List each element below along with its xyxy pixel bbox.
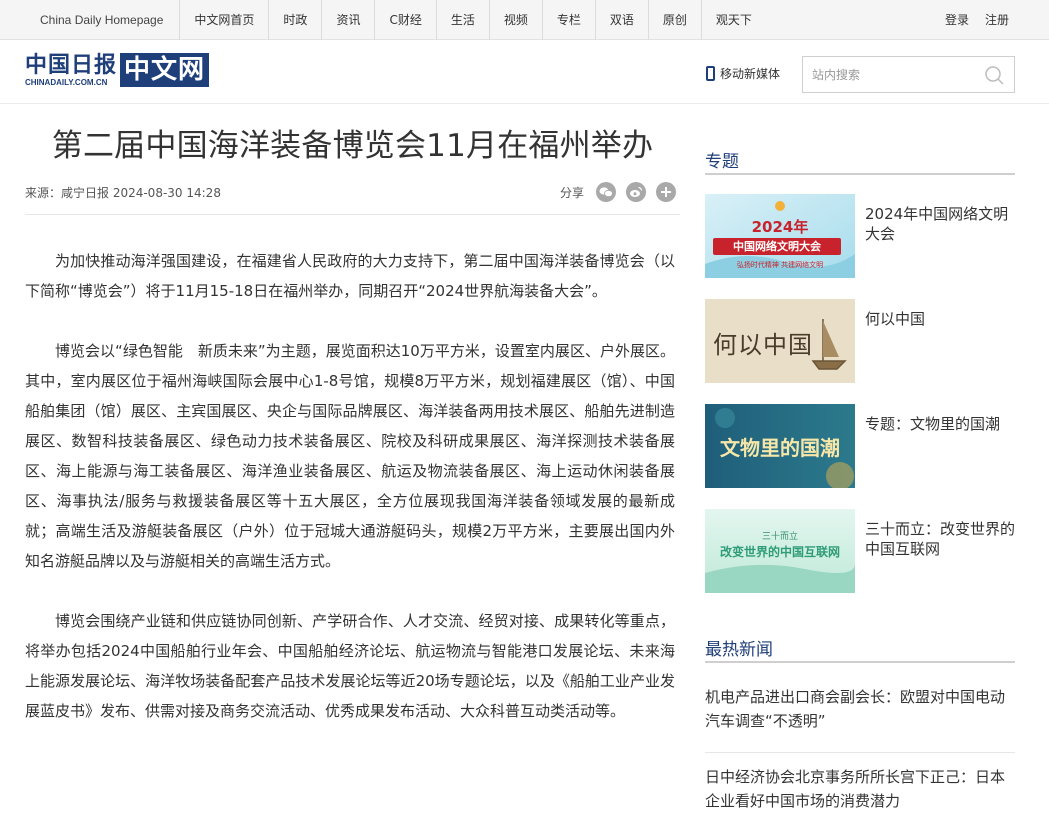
topic-thumbnail: 2024年 中国网络文明大会 弘扬时代精神 共建网络文明 — [705, 194, 855, 278]
login-link[interactable]: 登录 — [945, 0, 969, 40]
topic-item[interactable]: 文物里的国潮 专题：文物里的国潮 — [705, 404, 1015, 488]
nav-cn-homepage[interactable]: 中文网首页 — [180, 0, 270, 40]
article-paragraph: 为加快推动海洋强国建设，在福建省人民政府的大力支持下，第二届中国海洋装备博览会（… — [25, 252, 675, 300]
article-meta: 来源：咸宁日报 2024-08-30 14:28 — [25, 186, 221, 200]
search-box — [802, 56, 1015, 93]
nav-china-daily-homepage[interactable]: China Daily Homepage — [24, 0, 181, 40]
article-paragraph: 博览会以“绿色智能 新质未来”为主题，展览面积达10万平方米，设置室内展区、户外… — [25, 342, 675, 570]
topic-title[interactable]: 三十而立：改变世界的中国互联网 — [865, 519, 1015, 559]
search-input[interactable] — [812, 65, 982, 85]
logo-china-daily: 中国日报 CHINADAILY.COM.CN — [25, 53, 117, 88]
topic-thumb-text-2: 中国网络文明大会 — [713, 238, 841, 255]
more-share-icon[interactable] — [656, 182, 677, 202]
topic-thumb-text-2: 改变世界的中国互联网 — [719, 545, 840, 559]
wechat-share-icon[interactable] — [596, 182, 617, 202]
logo-cn-text: 中国日报 — [25, 52, 118, 78]
nav-bilingual[interactable]: 双语 — [596, 0, 649, 40]
topic-thumbnail: 文物里的国潮 — [705, 404, 855, 488]
article-paragraph: 博览会围绕产业链和供应链协同创新、产学研合作、人才交流、经贸对接、成果转化等重点… — [25, 612, 675, 720]
mobile-media-label: 移动新媒体 — [720, 67, 781, 81]
wechat-glyph-icon — [599, 187, 613, 198]
nav-columns[interactable]: 专栏 — [543, 0, 596, 40]
nav-video[interactable]: 视频 — [490, 0, 543, 40]
topic-title[interactable]: 何以中国 — [865, 309, 1015, 329]
mobile-media-link[interactable]: 移动新媒体 — [706, 65, 780, 82]
nav-life[interactable]: 生活 — [437, 0, 490, 40]
hot-news-section: 最热新闻 — [705, 629, 1015, 663]
weibo-share-icon[interactable] — [626, 182, 647, 202]
top-nav-bar: China Daily Homepage 中文网首页 时政 资讯 C财经 生活 … — [0, 0, 1049, 40]
topic-item[interactable]: 2024年 中国网络文明大会 弘扬时代精神 共建网络文明 2024年中国网络文明… — [705, 194, 1015, 278]
phone-icon — [706, 66, 715, 81]
special-topics-title: 专题 — [705, 152, 739, 172]
special-topics-heading: 专题 — [705, 141, 1015, 175]
search-icon[interactable] — [984, 65, 1004, 85]
topic-thumb-text: 文物里的国潮 — [720, 436, 840, 460]
nav-politics[interactable]: 时政 — [269, 0, 323, 40]
topic-item[interactable]: 何以中国 何以中国 — [705, 299, 1015, 383]
topic-thumb-text-3: 弘扬时代精神 共建网络文明 — [736, 261, 824, 269]
site-logo[interactable]: 中国日报 CHINADAILY.COM.CN 中文网 — [25, 53, 210, 93]
hot-news-title: 最热新闻 — [705, 640, 773, 660]
topic-thumb-text: 何以中国 — [713, 331, 813, 359]
hot-news-item[interactable]: 日中经济协会北京事务所所长宫下正己：日本企业看好中国市场的消费潜力 — [705, 765, 1015, 813]
auth-links: 登录 注册 — [945, 0, 1009, 40]
topic-title[interactable]: 专题：文物里的国潮 — [865, 414, 1015, 434]
article-title: 第二届中国海洋装备博览会11月在福州举办 — [51, 128, 654, 164]
topic-thumb-text: 2024年 — [751, 218, 809, 236]
hot-news-heading: 最热新闻 — [705, 629, 1015, 663]
weibo-glyph-icon — [630, 186, 643, 197]
topic-thumbnail: 三十而立 改变世界的中国互联网 — [705, 509, 855, 593]
sidebar: 专题 2024年 中国网络文明大会 弘扬时代精神 共建网络文明 2024年中国网… — [705, 104, 1015, 810]
topic-title[interactable]: 2024年中国网络文明大会 — [865, 204, 1015, 244]
hot-news-divider — [705, 752, 1015, 753]
nav-original[interactable]: 原创 — [649, 0, 702, 40]
nav-finance[interactable]: C财经 — [375, 0, 437, 40]
share-label: 分享 — [560, 185, 585, 200]
nav-world[interactable]: 观天下 — [702, 0, 766, 40]
plus-icon — [661, 187, 672, 197]
logo-zwang-text: 中文网 — [120, 53, 210, 87]
title-divider — [25, 214, 680, 215]
logo-en-text: CHINADAILY.COM.CN — [25, 78, 108, 87]
hot-news-item[interactable]: 机电产品进出口商会副会长：欧盟对中国电动汽车调查“不透明” — [705, 685, 1015, 733]
share-bar: 分享 — [560, 182, 677, 202]
site-header: 中国日报 CHINADAILY.COM.CN 中文网 移动新媒体 — [0, 41, 1049, 104]
topic-thumbnail: 何以中国 — [705, 299, 855, 383]
nav-news[interactable]: 资讯 — [322, 0, 376, 40]
topic-item[interactable]: 三十而立 改变世界的中国互联网 三十而立：改变世界的中国互联网 — [705, 509, 1015, 593]
topic-thumb-text: 三十而立 — [761, 532, 798, 542]
article-body: 为加快推动海洋强国建设，在福建省人民政府的大力支持下，第二届中国海洋装备博览会（… — [25, 246, 675, 756]
top-nav: China Daily Homepage 中文网首页 时政 资讯 C财经 生活 … — [24, 0, 766, 40]
register-link[interactable]: 注册 — [985, 0, 1009, 40]
